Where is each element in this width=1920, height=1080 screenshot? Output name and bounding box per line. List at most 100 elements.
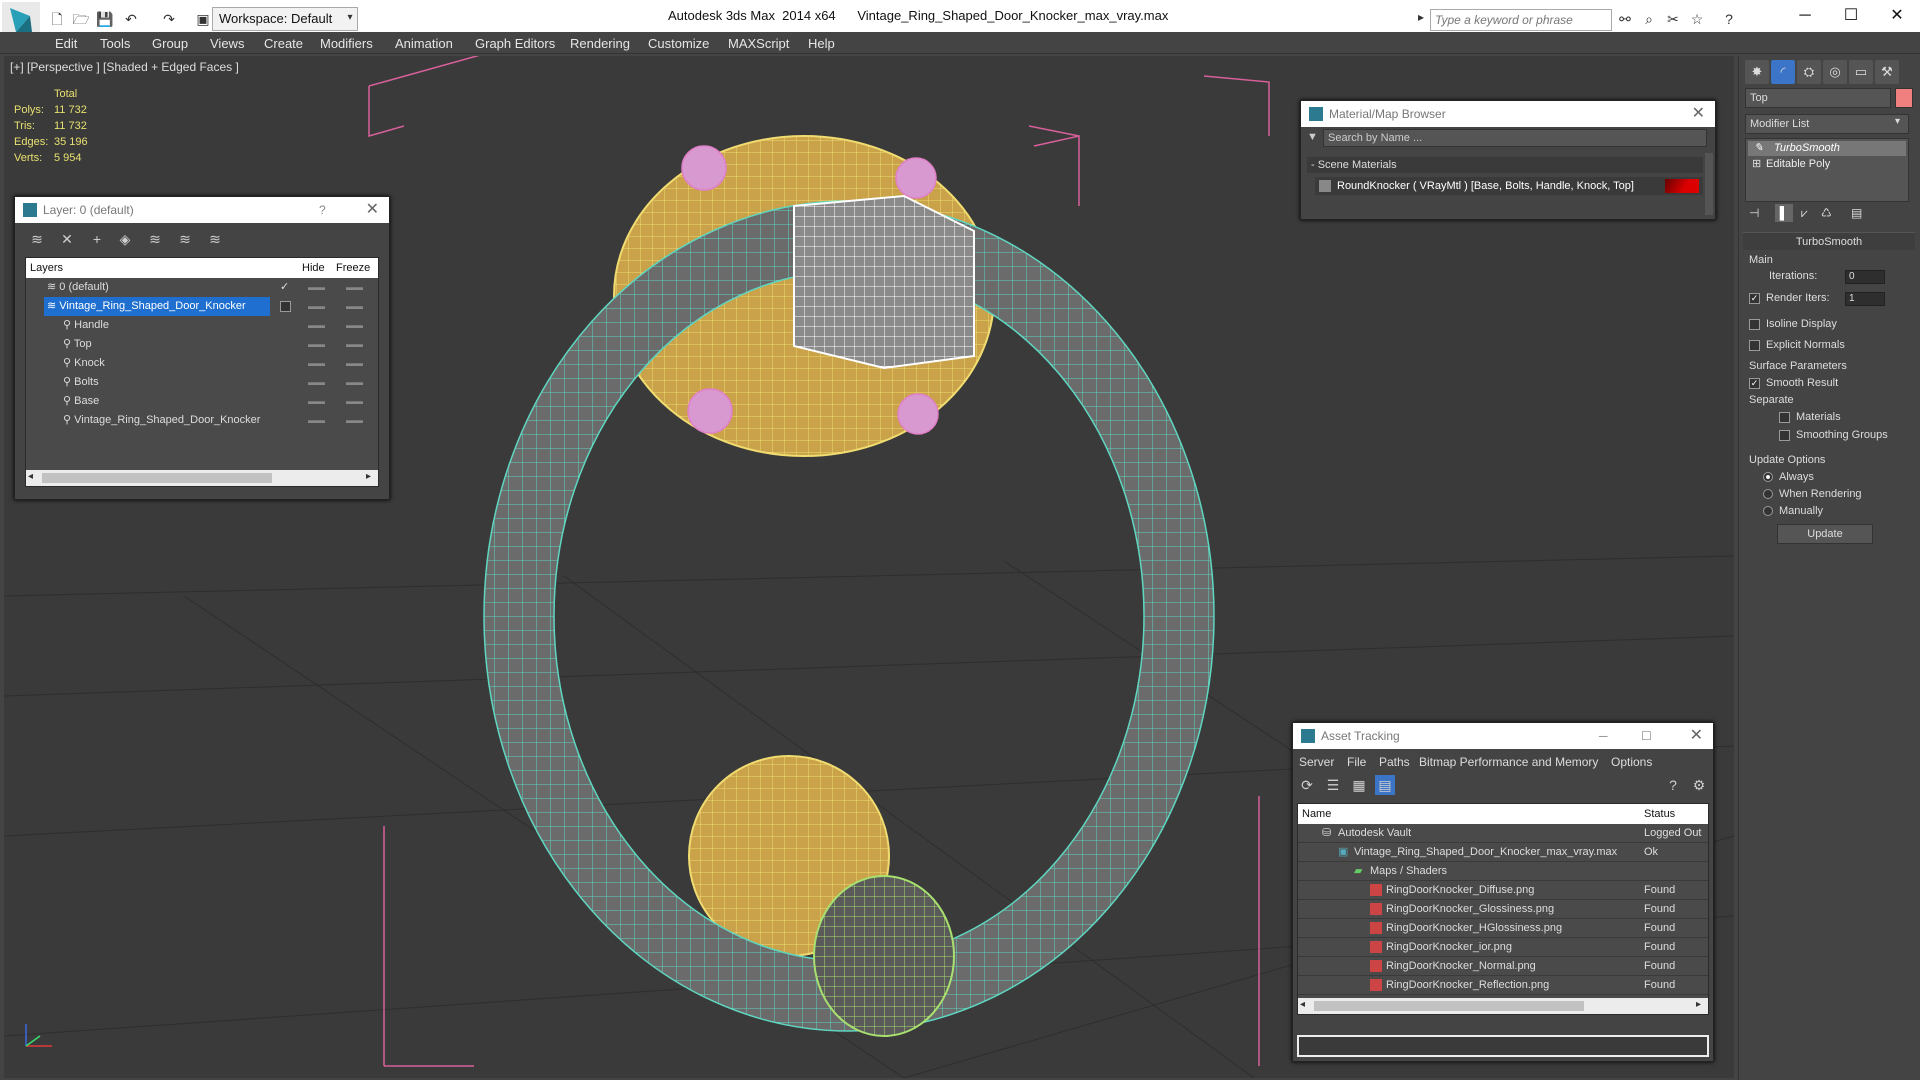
smoothing-groups-checkbox[interactable] bbox=[1779, 429, 1790, 441]
hide-toggle[interactable]: ▬▬ bbox=[308, 278, 325, 297]
asset-tracking-window[interactable]: Asset Tracking ─ ☐ ✕ Server File Paths B… bbox=[1292, 722, 1714, 1062]
freeze-toggle[interactable]: ▬▬ bbox=[346, 373, 363, 392]
close-icon[interactable]: ✕ bbox=[1874, 0, 1920, 32]
menu-server[interactable]: Server bbox=[1299, 755, 1334, 769]
stack-item-turbosmooth[interactable]: ✎ TurboSmooth bbox=[1748, 141, 1906, 156]
lightbulb-icon[interactable]: ✎ bbox=[1754, 141, 1763, 156]
display-tab-icon[interactable]: ▭ bbox=[1849, 60, 1873, 84]
binoculars-icon[interactable]: ⚯ bbox=[1616, 10, 1634, 28]
menu-options[interactable]: Options bbox=[1611, 755, 1652, 769]
expand-plus-icon[interactable]: ⊞ bbox=[1752, 157, 1761, 172]
utilities-tab-icon[interactable]: ⚒ bbox=[1875, 60, 1899, 84]
col-freeze[interactable]: Freeze bbox=[336, 258, 370, 278]
layer-manager-window[interactable]: Layer: 0 (default) ? ✕ ≋ ✕ + ◈ ≋ ≋ ≋ Lay… bbox=[14, 196, 390, 500]
menu-create[interactable]: Create bbox=[264, 35, 303, 53]
menu-tools[interactable]: Tools bbox=[100, 35, 130, 53]
motion-tab-icon[interactable]: ◎ bbox=[1823, 60, 1847, 84]
communication-icon[interactable]: ✂ bbox=[1664, 10, 1682, 28]
freeze-toggle[interactable]: ▬▬ bbox=[346, 297, 363, 316]
show-end-result-icon[interactable]: ▌ bbox=[1775, 204, 1793, 222]
configure-sets-icon[interactable]: ▤ bbox=[1851, 206, 1862, 220]
settings-icon[interactable]: ⚙ bbox=[1689, 775, 1709, 795]
material-browser-window[interactable]: Material/Map Browser ✕ ▼ Search by Name … bbox=[1300, 100, 1716, 220]
menu-edit[interactable]: Edit bbox=[55, 35, 77, 53]
layer-row[interactable]: ⚲ Knock ▬▬ ▬▬ bbox=[26, 354, 378, 373]
minimize-icon[interactable]: ─ bbox=[1599, 723, 1608, 749]
menu-customize[interactable]: Customize bbox=[648, 35, 709, 53]
always-radio[interactable] bbox=[1763, 472, 1773, 483]
asset-path-field[interactable] bbox=[1297, 1035, 1709, 1057]
isoline-checkbox[interactable] bbox=[1749, 318, 1760, 330]
workspace-dropdown[interactable]: Workspace: Default bbox=[212, 7, 358, 31]
open-file-icon[interactable]: 🗁 bbox=[72, 10, 90, 28]
asset-row[interactable]: RingDoorKnocker_Normal.png Found bbox=[1298, 957, 1708, 976]
stack-item-editable-poly[interactable]: ⊞ Editable Poly bbox=[1748, 157, 1906, 172]
freeze-all-layers-icon[interactable]: ≋ bbox=[205, 229, 225, 249]
scroll-right-icon[interactable]: ▸ bbox=[366, 471, 371, 482]
asset-row[interactable]: ▰ Maps / Shaders bbox=[1298, 862, 1708, 881]
hide-toggle[interactable]: ▬▬ bbox=[308, 392, 325, 411]
new-file-icon[interactable]: 🗋 bbox=[48, 10, 66, 28]
hide-all-layers-icon[interactable]: ≋ bbox=[175, 229, 195, 249]
close-icon[interactable]: ✕ bbox=[1690, 723, 1703, 749]
explicit-normals-checkbox[interactable] bbox=[1749, 339, 1760, 351]
save-file-icon[interactable]: 💾 bbox=[96, 10, 114, 28]
chevron-down-icon[interactable]: ▾ bbox=[343, 7, 357, 31]
menu-bitmap-performance[interactable]: Bitmap Performance and Memory bbox=[1419, 755, 1598, 769]
when-rendering-radio[interactable] bbox=[1763, 489, 1773, 500]
asset-row[interactable]: RingDoorKnocker_Diffuse.png Found bbox=[1298, 881, 1708, 900]
scroll-right-icon[interactable]: ▸ bbox=[1696, 999, 1701, 1010]
materials-checkbox[interactable] bbox=[1779, 411, 1790, 423]
maximize-icon[interactable]: ☐ bbox=[1641, 723, 1652, 749]
asset-row[interactable]: RingDoorKnocker_HGlossiness.png Found bbox=[1298, 919, 1708, 938]
search-icon[interactable]: ⌕ bbox=[1640, 10, 1658, 28]
asset-row[interactable]: RingDoorKnocker_ior.png Found bbox=[1298, 938, 1708, 957]
render-iters-spinner[interactable]: 1 bbox=[1845, 292, 1885, 306]
make-unique-icon[interactable]: ⩗ bbox=[1801, 206, 1808, 221]
scene-materials-header[interactable]: - Scene Materials bbox=[1307, 157, 1703, 173]
help-icon[interactable]: ? bbox=[1720, 10, 1738, 28]
layer-row[interactable]: ⚲ Handle ▬▬ ▬▬ bbox=[26, 316, 378, 335]
active-layer-check[interactable]: ✓ bbox=[280, 278, 289, 297]
material-search-input[interactable]: Search by Name ... bbox=[1323, 129, 1707, 147]
create-layer-icon[interactable]: ≋ bbox=[27, 229, 47, 249]
set-current-checkbox[interactable] bbox=[280, 301, 291, 312]
update-button[interactable]: Update bbox=[1777, 524, 1873, 544]
col-status[interactable]: Status bbox=[1644, 804, 1675, 824]
layer-window-titlebar[interactable]: Layer: 0 (default) ? ✕ bbox=[15, 197, 389, 223]
options-menu-icon[interactable]: ▼ bbox=[1307, 131, 1318, 143]
scrollbar-thumb[interactable] bbox=[42, 473, 272, 483]
smooth-result-checkbox[interactable]: ✓ bbox=[1749, 377, 1760, 389]
vertical-scrollbar[interactable] bbox=[1705, 153, 1713, 215]
render-iters-checkbox[interactable]: ✓ bbox=[1749, 292, 1760, 304]
refresh-icon[interactable]: ⟳ bbox=[1297, 775, 1317, 795]
asset-row[interactable]: ⛁ Autodesk Vault Logged Out bbox=[1298, 824, 1708, 843]
horizontal-scrollbar[interactable]: ◂ ▸ bbox=[1298, 998, 1708, 1014]
table-view-icon[interactable]: ▤ bbox=[1375, 775, 1395, 795]
menu-file[interactable]: File bbox=[1347, 755, 1366, 769]
create-tab-icon[interactable]: ✸ bbox=[1745, 60, 1769, 84]
scroll-left-icon[interactable]: ◂ bbox=[1300, 999, 1305, 1010]
hide-toggle[interactable]: ▬▬ bbox=[308, 335, 325, 354]
hierarchy-tab-icon[interactable]: ⛭ bbox=[1797, 60, 1821, 84]
close-icon[interactable]: ✕ bbox=[1692, 101, 1705, 127]
hide-toggle[interactable]: ▬▬ bbox=[308, 373, 325, 392]
list-view-icon[interactable]: ☰ bbox=[1323, 775, 1343, 795]
select-objects-icon[interactable]: ◈ bbox=[115, 229, 135, 249]
remove-modifier-icon[interactable]: ♺ bbox=[1821, 206, 1832, 220]
scroll-left-icon[interactable]: ◂ bbox=[28, 471, 33, 482]
modify-tab-icon[interactable]: ◜ bbox=[1771, 60, 1795, 84]
layer-row[interactable]: ≋ Vintage_Ring_Shaped_Door_Knocker ▬▬ ▬▬ bbox=[26, 297, 378, 316]
layer-row[interactable]: ≋ 0 (default) ✓ ▬▬ ▬▬ bbox=[26, 278, 378, 297]
asset-row[interactable]: RingDoorKnocker_Reflection.png Found bbox=[1298, 976, 1708, 995]
menu-graph-editors[interactable]: Graph Editors bbox=[475, 35, 555, 53]
hide-toggle[interactable]: ▬▬ bbox=[308, 354, 325, 373]
expand-arrow-icon[interactable]: ▸ bbox=[1418, 10, 1428, 30]
material-browser-titlebar[interactable]: Material/Map Browser ✕ bbox=[1301, 101, 1715, 127]
col-layers[interactable]: Layers bbox=[30, 258, 63, 278]
freeze-toggle[interactable]: ▬▬ bbox=[346, 316, 363, 335]
pin-stack-icon[interactable]: ⊣ bbox=[1749, 206, 1759, 220]
freeze-toggle[interactable]: ▬▬ bbox=[346, 278, 363, 297]
asset-row[interactable]: ▣ Vintage_Ring_Shaped_Door_Knocker_max_vr… bbox=[1298, 843, 1708, 862]
freeze-toggle[interactable]: ▬▬ bbox=[346, 392, 363, 411]
